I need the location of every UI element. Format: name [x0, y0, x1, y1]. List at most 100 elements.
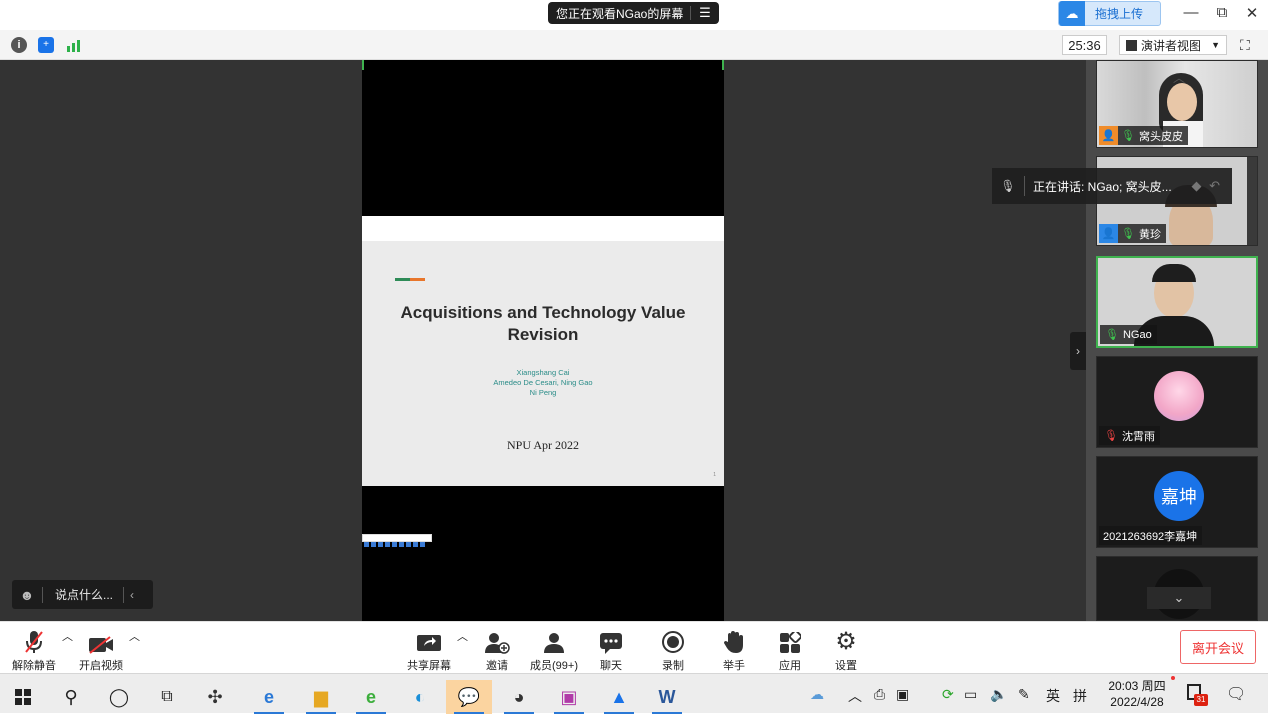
share-screen-icon: [405, 628, 453, 654]
windows-taskbar: ⚲ ◯ ⧉ ✣ e ▆ e ◐ 💬 ◕ ▣ ▲ W ☁ ︿ ⎙ ▣ ⟳ ▭ 🔈 …: [0, 673, 1268, 714]
sync-tray-icon[interactable]: ⟳: [942, 686, 954, 703]
file-explorer-icon[interactable]: ▆: [298, 680, 344, 714]
shared-screen: Acquisitions and Technology Value Revisi…: [362, 60, 724, 621]
signal-icon[interactable]: [66, 38, 82, 52]
screen-tray-icon[interactable]: ▣: [896, 686, 909, 703]
notification-calendar-icon[interactable]: 31: [1187, 684, 1208, 706]
tencent-meeting-icon[interactable]: ▲: [596, 680, 642, 714]
chevron-up-icon[interactable]: ︿: [62, 628, 73, 644]
game-character-icon[interactable]: ◕: [496, 680, 542, 714]
apps-button[interactable]: 应用: [770, 628, 810, 673]
invite-button[interactable]: 邀请: [477, 628, 517, 673]
chevron-up-icon[interactable]: ︿: [848, 686, 862, 706]
chat-button[interactable]: 聊天: [591, 628, 631, 673]
cloud-icon: ☁: [1059, 1, 1085, 26]
browser-360-icon[interactable]: e: [348, 680, 394, 714]
chevron-up-icon[interactable]: ︿: [1173, 69, 1185, 86]
pinwheel-app-icon[interactable]: ✣: [192, 680, 238, 714]
slide-authors: Xiangshang Cai Amedeo De Cesari, Ning Ga…: [362, 368, 724, 398]
notification-count-badge: 31: [1194, 694, 1208, 706]
meeting-tray-icon[interactable]: ⎙: [874, 686, 885, 703]
unmute-button[interactable]: 解除静音: [10, 628, 58, 673]
search-icon[interactable]: ⚲: [48, 680, 94, 714]
microphone-icon: 🎙: [1000, 179, 1016, 193]
author-line: Amedeo De Cesari, Ning Gao: [493, 378, 593, 387]
share-screen-button[interactable]: 共享屏幕: [405, 628, 453, 673]
microphone-icon: 🎙: [1121, 228, 1135, 240]
chat-label: 聊天: [600, 660, 622, 672]
fullscreen-icon[interactable]: ⛶: [1240, 37, 1250, 54]
windows-start-icon[interactable]: [0, 680, 46, 714]
participant-name-label: 🎙 沈霄雨: [1099, 426, 1160, 445]
slide-page-number: 1: [713, 472, 716, 478]
participant-tile-active-speaker[interactable]: 🎙 NGao: [1096, 256, 1258, 348]
close-button[interactable]: ✕: [1241, 4, 1263, 22]
participant-tile[interactable]: ⌄: [1096, 556, 1258, 621]
emoji-icon[interactable]: ☻: [12, 587, 42, 603]
shield-icon[interactable]: +: [38, 37, 54, 53]
presentation-slide: Acquisitions and Technology Value Revisi…: [362, 216, 724, 486]
menu-lines-icon[interactable]: ☰: [691, 5, 719, 21]
divider: [1024, 176, 1025, 196]
ie-browser-icon[interactable]: e: [246, 680, 292, 714]
upload-button-label: 拖拽上传: [1095, 7, 1144, 21]
chevron-left-icon[interactable]: ‹: [130, 588, 134, 602]
restore-button[interactable]: ⧉: [1211, 4, 1233, 21]
gear-icon: ⚙: [835, 628, 857, 655]
members-button[interactable]: 成员(99+): [526, 628, 582, 673]
microphone-muted-icon: [10, 628, 58, 654]
start-video-button[interactable]: 开启视频: [77, 628, 125, 673]
view-mode-select[interactable]: 演讲者视图 ▼: [1119, 35, 1227, 55]
settings-button[interactable]: ⚙ 设置: [826, 628, 866, 673]
author-line: Ni Peng: [529, 388, 557, 397]
microphone-icon: 🎙: [1105, 329, 1119, 341]
record-icon: [653, 628, 693, 654]
system-clock[interactable]: 20:03 周四 2022/4/28: [1103, 678, 1171, 710]
raise-hand-button[interactable]: 举手: [714, 628, 754, 673]
ime-mode[interactable]: 英: [1046, 686, 1060, 706]
title-bar: 您正在观看NGao的屏幕 ☰ ☁ 拖拽上传 — ⧉ ✕: [0, 0, 1268, 30]
minimize-button[interactable]: —: [1180, 4, 1202, 21]
undo-icon[interactable]: ◆ ↶: [1191, 178, 1222, 194]
clock-date: 2022/4/28: [1110, 695, 1164, 709]
edge-browser-icon[interactable]: ◐: [397, 680, 443, 714]
active-speaker-banner: 🎙 正在讲话: NGao; 窝头皮... ◆ ↶: [992, 168, 1232, 204]
chat-placeholder: 说点什么...: [55, 588, 114, 602]
meeting-timer: 25:36: [1062, 35, 1107, 55]
participant-tile[interactable]: 嘉坤 2021263692李嘉坤: [1096, 456, 1258, 548]
pen-icon[interactable]: ✎: [1018, 686, 1030, 703]
volume-icon[interactable]: 🔈: [990, 686, 1007, 703]
action-center-icon[interactable]: 🗨: [1226, 684, 1246, 704]
record-button[interactable]: 录制: [653, 628, 693, 673]
screen-share-status: 您正在观看NGao的屏幕 ☰: [548, 2, 719, 24]
clock-time: 20:03 周四: [1108, 679, 1166, 693]
avatar: 嘉坤: [1154, 471, 1204, 521]
raise-hand-label: 举手: [723, 660, 745, 672]
info-icon[interactable]: i: [11, 37, 27, 53]
participant-tile[interactable]: 🎙 沈霄雨: [1096, 356, 1258, 448]
meeting-controls: 解除静音 ︿ 开启视频 ︿ 共享屏幕 ︿ 邀请 成员(99+) 聊天 录制 举手…: [0, 621, 1268, 673]
leave-meeting-button[interactable]: 离开会议: [1180, 630, 1256, 664]
slide-title: Acquisitions and Technology Value Revisi…: [400, 303, 686, 344]
participant-tile[interactable]: ︿ 👤 🎙 窝头皮皮: [1096, 60, 1258, 148]
author-line: Xiangshang Cai: [516, 368, 570, 377]
chevron-up-icon[interactable]: ︿: [129, 628, 140, 644]
word-icon[interactable]: W: [644, 680, 690, 714]
upload-button[interactable]: ☁ 拖拽上传: [1058, 1, 1161, 26]
share-status-text: 您正在观看NGao的屏幕: [556, 6, 684, 21]
task-view-icon[interactable]: ⧉: [144, 680, 190, 714]
chevron-down-icon: ▼: [1211, 40, 1220, 50]
user-avatar-icon: 👤: [1099, 126, 1118, 145]
collapse-gallery-button[interactable]: ›: [1070, 332, 1086, 370]
ime-pinyin[interactable]: 拼: [1073, 686, 1087, 706]
wechat-icon[interactable]: 💬: [446, 680, 492, 714]
onedrive-icon[interactable]: ☁: [810, 686, 824, 703]
image-viewer-icon[interactable]: ▣: [546, 680, 592, 714]
scroll-down-button[interactable]: ⌄: [1147, 587, 1211, 609]
cortana-icon[interactable]: ◯: [96, 680, 142, 714]
avatar: [1154, 371, 1204, 421]
chat-input[interactable]: ☻ 说点什么... ‹: [12, 580, 153, 609]
battery-icon[interactable]: ▭: [964, 686, 977, 703]
start-video-label: 开启视频: [79, 660, 123, 672]
chevron-up-icon[interactable]: ︿: [457, 628, 468, 644]
